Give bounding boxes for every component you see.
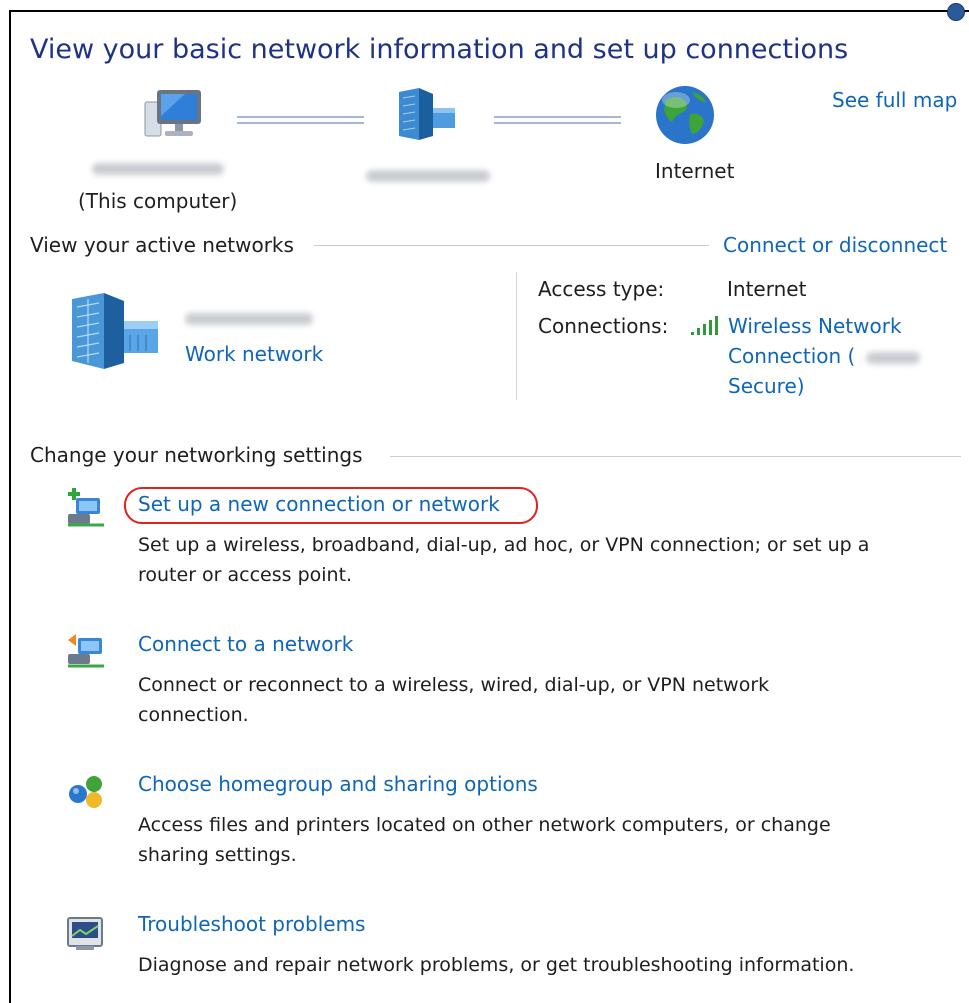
task-description: Diagnose and repair network problems, or… (138, 954, 855, 976)
wireless-connection-link-line3[interactable]: Secure) (728, 374, 805, 398)
map-connector-line (494, 116, 621, 124)
this-computer-label: (This computer) (78, 189, 238, 213)
task-description: Access files and printers located on oth… (138, 814, 831, 836)
section-divider (314, 245, 709, 246)
change-settings-heading: Change your networking settings (30, 443, 363, 467)
page-title: View your basic network information and … (30, 34, 849, 65)
access-type-value: Internet (727, 277, 807, 301)
access-type-label: Access type: (538, 277, 665, 301)
help-icon[interactable] (947, 3, 965, 21)
active-networks-heading: View your active networks (30, 233, 294, 257)
setup-new-connection-link[interactable]: Set up a new connection or network (138, 492, 500, 516)
task-description: connection. (138, 704, 249, 726)
see-full-map-link[interactable]: See full map (832, 88, 957, 112)
new-connection-icon (66, 488, 106, 528)
ssid-redacted (866, 352, 920, 364)
troubleshoot-icon (66, 914, 106, 954)
map-connector-line (237, 116, 364, 124)
connect-network-icon (66, 630, 106, 670)
internet-label: Internet (655, 159, 735, 183)
task-description: Set up a wireless, broadband, dial-up, a… (138, 534, 870, 556)
task-description: router or access point. (138, 564, 353, 586)
computer-icon (141, 86, 207, 142)
work-network-link[interactable]: Work network (185, 342, 323, 366)
wireless-connection-link-line1[interactable]: Wireless Network (728, 314, 902, 338)
connect-or-disconnect-link[interactable]: Connect or disconnect (723, 233, 947, 257)
network-icon (393, 86, 461, 142)
wireless-connection-link-line2[interactable]: Connection ( (728, 344, 855, 368)
network-name-redacted (366, 170, 490, 182)
task-description: Connect or reconnect to a wireless, wire… (138, 674, 770, 696)
connections-label: Connections: (538, 314, 669, 338)
computer-name-redacted (92, 163, 224, 175)
wireless-signal-icon (690, 316, 720, 336)
task-description: sharing settings. (138, 844, 297, 866)
connect-to-network-link[interactable]: Connect to a network (138, 632, 353, 656)
section-divider (390, 456, 961, 457)
homegroup-icon (66, 770, 106, 810)
active-network-name-redacted (185, 313, 313, 325)
troubleshoot-problems-link[interactable]: Troubleshoot problems (138, 912, 365, 936)
globe-icon (654, 84, 716, 146)
homegroup-sharing-link[interactable]: Choose homegroup and sharing options (138, 772, 538, 796)
vertical-divider (516, 272, 517, 400)
work-network-icon (68, 291, 162, 371)
